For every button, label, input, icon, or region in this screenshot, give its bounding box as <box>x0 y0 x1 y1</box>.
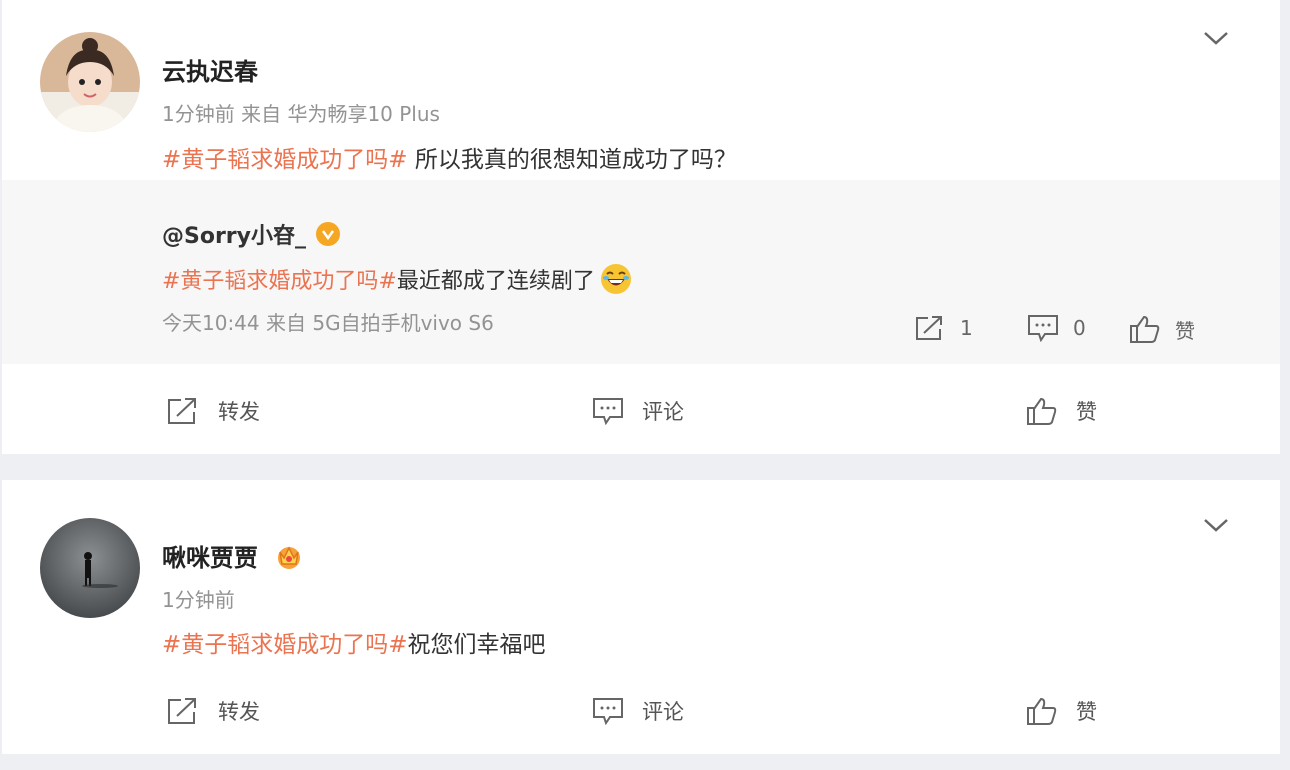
post-text: #黄子韬求婚成功了吗#祝您们幸福吧 <box>162 625 546 659</box>
username[interactable]: 云执迟春 <box>162 52 258 87</box>
share-label: 转发 <box>218 700 260 724</box>
like-label: 赞 <box>1076 700 1097 724</box>
share-button[interactable]: 转发 <box>166 396 260 426</box>
avatar[interactable] <box>40 32 140 132</box>
share-icon <box>166 396 200 426</box>
repost-share-button[interactable]: 1 <box>914 314 973 342</box>
comment-count: 0 <box>1073 316 1086 340</box>
hashtag-link[interactable]: #黄子韬求婚成功了吗# <box>162 632 408 658</box>
comment-button[interactable]: 评论 <box>592 696 684 726</box>
comment-icon <box>592 397 624 425</box>
post-meta: 1分钟前 来自 华为畅享10 Plus <box>162 102 440 126</box>
share-button[interactable]: 转发 <box>166 696 260 726</box>
thumbs-up-icon <box>1129 314 1161 344</box>
thumbs-up-icon <box>1026 696 1058 726</box>
like-button[interactable]: 赞 <box>1026 396 1097 426</box>
comment-label: 评论 <box>642 400 684 424</box>
share-label: 转发 <box>218 400 260 424</box>
thumbs-up-icon <box>1026 396 1058 426</box>
post-meta: 1分钟前 <box>162 588 235 612</box>
crown-badge-icon <box>274 542 304 570</box>
repost-comment-button[interactable]: 0 <box>1027 314 1086 342</box>
verified-badge-icon <box>316 222 340 246</box>
like-button[interactable]: 赞 <box>1026 696 1097 726</box>
chevron-down-icon[interactable] <box>1202 515 1230 535</box>
repost-hashtag-link[interactable]: #黄子韬求婚成功了吗# <box>162 263 397 295</box>
comment-label: 评论 <box>642 700 684 724</box>
like-label: 赞 <box>1076 400 1097 424</box>
like-label: 赞 <box>1175 318 1195 343</box>
username-text: 啾咪贾贾 <box>162 544 258 572</box>
avatar[interactable] <box>40 518 140 618</box>
username[interactable]: 啾咪贾贾 <box>162 538 304 573</box>
repost-like-button[interactable]: 赞 <box>1129 314 1195 344</box>
repost-meta: 今天10:44 来自 5G自拍手机vivo S6 <box>162 311 494 335</box>
share-icon <box>914 314 946 342</box>
comment-icon <box>1027 314 1059 342</box>
chevron-down-icon[interactable] <box>1202 28 1230 48</box>
repost-author: @Sorry小昚_ <box>162 218 340 250</box>
laughing-emoji-icon <box>599 262 633 296</box>
share-count: 1 <box>960 316 973 340</box>
repost-body: 最近都成了连续剧了 <box>396 269 595 294</box>
comment-card: 啾咪贾贾 1分钟前 #黄子韬求婚成功了吗#祝您们幸福吧 转发 评论 赞 <box>2 480 1280 754</box>
post-text: #黄子韬求婚成功了吗# 所以我真的很想知道成功了吗？ <box>162 140 737 174</box>
share-icon <box>166 696 200 726</box>
repost-text: #黄子韬求婚成功了吗# 最近都成了连续剧了 <box>162 262 633 296</box>
hashtag-link[interactable]: #黄子韬求婚成功了吗# <box>162 147 408 173</box>
post-body: 所以我真的很想知道成功了吗？ <box>407 147 737 173</box>
post-body: 祝您们幸福吧 <box>407 632 546 658</box>
comment-icon <box>592 697 624 725</box>
comment-card: 云执迟春 1分钟前 来自 华为畅享10 Plus #黄子韬求婚成功了吗# 所以我… <box>2 0 1280 454</box>
comment-button[interactable]: 评论 <box>592 396 684 426</box>
repost-author-name[interactable]: @Sorry小昚_ <box>162 218 306 250</box>
